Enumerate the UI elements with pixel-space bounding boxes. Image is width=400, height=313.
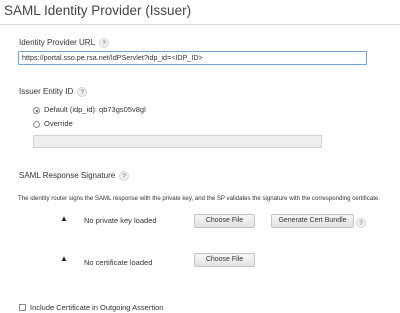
saml-response-signature-label: SAML Response Signature <box>19 171 116 181</box>
warning-icon: ▲ <box>60 254 68 263</box>
choose-private-key-button[interactable]: Choose File <box>194 214 255 228</box>
issuer-entity-id-label: Issuer Entity ID <box>19 87 74 97</box>
include-certificate-label[interactable]: Include Certificate in Outgoing Assertio… <box>30 303 163 312</box>
certificate-status: No certificate loaded <box>84 258 153 267</box>
private-key-status: No private key loaded <box>84 216 157 225</box>
idp-url-input[interactable]: https://portal.sso.pe.rsa.net/IdPServlet… <box>18 51 367 65</box>
title-divider <box>0 24 400 25</box>
default-radio[interactable] <box>33 107 40 114</box>
include-certificate-checkbox[interactable] <box>19 304 26 311</box>
saml-response-description: The identity router signs the SAML respo… <box>18 195 380 202</box>
page-title: SAML Identity Provider (Issuer) <box>4 3 192 18</box>
choose-certificate-button[interactable]: Choose File <box>194 253 255 267</box>
warning-icon: ▲ <box>60 214 68 223</box>
issuer-entity-id-help-icon[interactable]: ? <box>77 87 88 97</box>
override-radio-label[interactable]: Override <box>44 119 73 128</box>
saml-response-signature-group: SAML Response Signature? <box>19 171 130 181</box>
generate-cert-bundle-button[interactable]: Generate Cert Bundle <box>271 214 354 228</box>
override-radio[interactable] <box>33 121 40 128</box>
idp-url-field-group: Identity Provider URL? <box>19 38 110 48</box>
idp-url-help-icon[interactable]: ? <box>99 38 110 48</box>
generate-cert-help-icon[interactable]: ? <box>356 218 366 228</box>
issuer-entity-id-group: Issuer Entity ID? <box>19 87 88 97</box>
idp-url-label: Identity Provider URL <box>19 38 96 48</box>
override-input[interactable] <box>33 135 322 148</box>
saml-response-help-icon[interactable]: ? <box>119 171 130 181</box>
default-radio-label[interactable]: Default (idp_id): qb73gs05v8gl <box>44 105 146 114</box>
